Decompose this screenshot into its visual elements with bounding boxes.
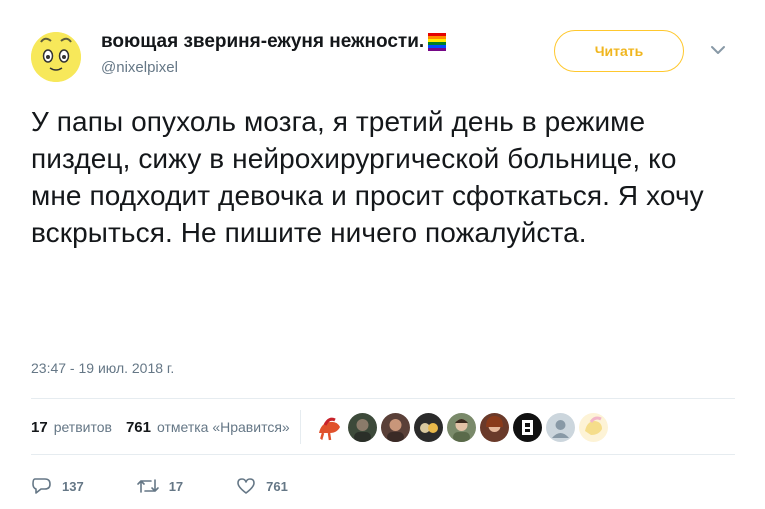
pony-avatar-icon xyxy=(318,417,340,440)
retweets-stat[interactable]: 17 ретвитов xyxy=(31,419,112,436)
like-count: 761 xyxy=(266,478,288,494)
divider-bottom xyxy=(31,454,735,455)
liker-avatar[interactable] xyxy=(413,412,443,442)
tweet-header: воющая звериня-ежуня нежности. @nixelpix… xyxy=(31,28,741,84)
liker-avatar[interactable] xyxy=(380,412,410,442)
retweet-count: 17 xyxy=(168,478,184,494)
like-button[interactable]: 761 xyxy=(235,476,288,496)
person-avatar-icon xyxy=(452,418,470,442)
person-avatar-icon xyxy=(485,415,503,432)
liker-avatar[interactable] xyxy=(512,412,542,442)
likes-label: отметка «Нравится» xyxy=(156,418,290,435)
likers-avatars xyxy=(315,412,612,442)
reply-button[interactable]: 137 xyxy=(31,476,84,496)
follow-button[interactable]: Читать xyxy=(554,30,684,72)
retweet-icon xyxy=(136,479,159,493)
retweets-count: 17 xyxy=(31,418,48,436)
retweet-button[interactable]: 17 xyxy=(136,476,183,496)
liker-avatar[interactable] xyxy=(315,413,344,442)
likes-count: 761 xyxy=(125,418,151,436)
user-handle[interactable]: @nixelpixel xyxy=(101,59,178,76)
default-avatar-icon xyxy=(551,419,569,438)
liker-avatar[interactable] xyxy=(446,412,476,442)
tweet-timestamp[interactable]: 23:47 - 19 июл. 2018 г. xyxy=(31,360,174,376)
display-name[interactable]: воющая звериня-ежуня нежности. xyxy=(101,31,424,53)
reply-count: 137 xyxy=(62,478,84,494)
liker-avatar[interactable] xyxy=(545,412,575,442)
tweet-actions: 137 17 761 xyxy=(31,474,340,498)
divider-top xyxy=(31,398,735,399)
chevron-down-icon[interactable] xyxy=(708,42,728,58)
person-avatar-icon xyxy=(419,422,438,433)
person-avatar-icon xyxy=(386,418,404,442)
heart-icon xyxy=(237,478,255,494)
reply-icon xyxy=(32,478,51,494)
pixel-avatar-icon xyxy=(521,419,533,435)
pony-avatar-icon xyxy=(584,416,602,435)
likes-stat[interactable]: 761 отметка «Нравится» xyxy=(126,419,290,436)
tweet-text: У папы опухоль мозга, я третий день в ре… xyxy=(31,106,704,248)
liker-avatar[interactable] xyxy=(479,412,509,442)
liker-avatar[interactable] xyxy=(347,412,377,442)
retweets-label: ретвитов xyxy=(53,418,112,435)
person-avatar-icon xyxy=(353,418,371,442)
user-avatar[interactable] xyxy=(31,32,81,82)
display-name-line: воющая звериня-ежуня нежности. xyxy=(101,31,447,53)
rainbow-flag-icon xyxy=(428,33,447,51)
stats-separator xyxy=(299,410,301,444)
tweet-stats: 17 ретвитов 761 отметка «Нравится» xyxy=(31,410,735,444)
avatar-face-icon xyxy=(31,32,81,82)
liker-avatar[interactable] xyxy=(578,412,608,442)
